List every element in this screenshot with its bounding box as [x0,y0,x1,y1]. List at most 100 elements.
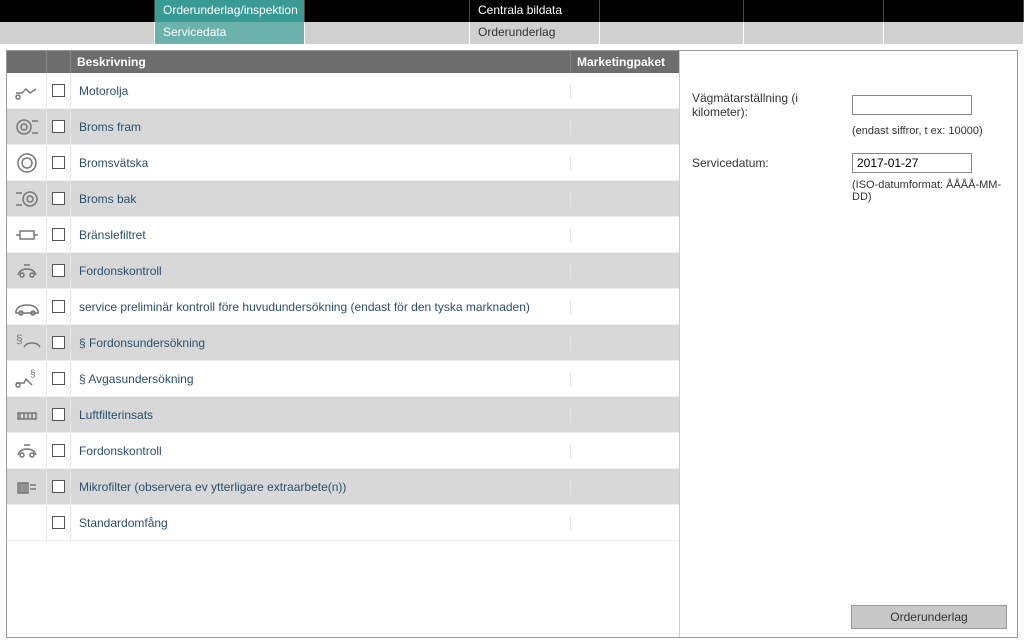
row-marketing [571,289,679,324]
row-description: Fordonskontroll [71,444,571,458]
row-checkbox[interactable] [52,336,65,349]
header-marketing: Marketingpaket [571,51,679,73]
row-checkbox[interactable] [52,84,65,97]
row-marketing [571,325,679,360]
row-checkbox-cell [47,73,71,108]
row-checkbox[interactable] [52,156,65,169]
row-checkbox[interactable] [52,300,65,313]
table-row: Fordonskontroll [7,433,679,469]
table-row: Broms fram [7,109,679,145]
main-panel: Beskrivning Marketingpaket Motorolja Brom… [6,50,1018,638]
subnav-blank-4 [600,22,744,44]
sub-nav: Servicedata Orderunderlag [0,22,1024,44]
row-description: § Avgasundersökning [71,372,571,386]
row-marketing [571,361,679,396]
subnav-blank-5 [744,22,884,44]
row-checkbox[interactable] [52,408,65,421]
table-body: Motorolja Broms fram Bromsvätska Broms bak B… [7,73,679,637]
topnav-blank-5 [744,0,884,22]
vehicle-check-icon [7,433,47,468]
table-row: Broms bak [7,181,679,217]
car-icon [7,289,47,324]
oil-icon [7,73,47,108]
tab-centrala-bildata[interactable]: Centrala bildata [470,0,600,22]
row-checkbox-cell [47,109,71,144]
row-checkbox[interactable] [52,228,65,241]
odometer-label: Vägmätarställning (i kilometer): [692,91,852,119]
row-description: Mikrofilter (observera ev ytterligare ex… [71,480,571,494]
row-checkbox-cell [47,433,71,468]
tab-orderunderlag[interactable]: Orderunderlag [470,22,600,44]
table-row: § § Avgasundersökning [7,361,679,397]
row-checkbox[interactable] [52,444,65,457]
row-checkbox[interactable] [52,264,65,277]
svg-text:§: § [30,369,36,380]
row-description: Broms bak [71,192,571,206]
row-checkbox-cell [47,469,71,504]
row-description: Standardomfång [71,516,571,530]
microfilter-icon [7,469,47,504]
row-marketing [571,217,679,252]
row-checkbox-cell [47,397,71,432]
row-checkbox-cell [47,253,71,288]
form-panel: Vägmätarställning (i kilometer): (endast… [679,51,1017,637]
tab-servicedata[interactable]: Servicedata [155,22,305,44]
topnav-blank-4 [600,0,744,22]
row-checkbox[interactable] [52,192,65,205]
brake-front-icon [7,109,47,144]
row-checkbox-cell [47,217,71,252]
svg-text:§: § [16,332,23,346]
table-row: Motorolja [7,73,679,109]
topnav-blank-2 [305,0,470,22]
row-marketing [571,469,679,504]
table-row: Standardomfång [7,505,679,541]
fuel-filter-icon [7,217,47,252]
subnav-blank-6 [884,22,1024,44]
row-description: Luftfilterinsats [71,408,571,422]
table-row: service preliminär kontroll före huvudun… [7,289,679,325]
row-checkbox-cell [47,325,71,360]
table-row: Mikrofilter (observera ev ytterligare ex… [7,469,679,505]
row-marketing [571,397,679,432]
row-marketing [571,433,679,468]
header-check-col [47,51,71,73]
row-checkbox[interactable] [52,516,65,529]
table-row: Fordonskontroll [7,253,679,289]
row-description: Motorolja [71,84,571,98]
topnav-blank-6 [884,0,1024,22]
table-row: Bränslefiltret [7,217,679,253]
inspection-icon: § [7,325,47,360]
servicedate-label: Servicedatum: [692,156,852,170]
row-checkbox[interactable] [52,480,65,493]
row-marketing [571,73,679,108]
row-checkbox[interactable] [52,120,65,133]
table-header: Beskrivning Marketingpaket [7,51,679,73]
table-row: Bromsvätska [7,145,679,181]
row-description: § Fordonsundersökning [71,336,571,350]
topnav-blank-0 [0,0,155,22]
row-checkbox-cell [47,181,71,216]
brake-rear-icon [7,181,47,216]
row-checkbox[interactable] [52,372,65,385]
orderunderlag-button[interactable]: Orderunderlag [851,605,1007,629]
servicedate-hint: (ISO-datumformat: ÅÅÅÅ-MM-DD) [852,179,1005,203]
subnav-blank-0 [0,22,155,44]
row-checkbox-cell [47,361,71,396]
odometer-hint: (endast siffror, t ex: 10000) [852,125,1005,137]
row-marketing [571,109,679,144]
odometer-input[interactable] [852,95,972,115]
subnav-blank-2 [305,22,470,44]
row-checkbox-cell [47,289,71,324]
header-icon-col [7,51,47,73]
row-description: Fordonskontroll [71,264,571,278]
servicedate-input[interactable] [852,153,972,173]
row-checkbox-cell [47,505,71,540]
row-description: service preliminär kontroll före huvudun… [71,300,571,314]
tab-orderunderlag-inspektion[interactable]: Orderunderlag/inspektion [155,0,305,22]
top-nav: Orderunderlag/inspektion Centrala bildat… [0,0,1024,22]
row-checkbox-cell [47,145,71,180]
table-row: § § Fordonsundersökning [7,325,679,361]
blank-icon [7,505,47,540]
row-description: Bromsvätska [71,156,571,170]
header-description: Beskrivning [71,51,571,73]
